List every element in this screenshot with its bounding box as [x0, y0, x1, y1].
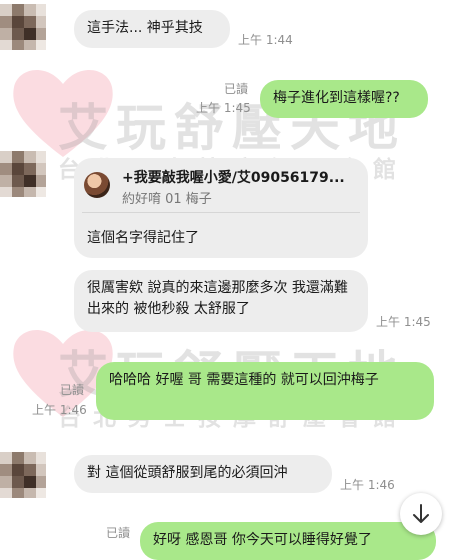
message-bubble-outgoing[interactable]: 好呀 感恩哥 你今天可以睡得好覺了 [140, 522, 436, 560]
avatar[interactable] [0, 4, 46, 50]
message-text: 這手法... 神乎其技 [87, 20, 203, 36]
card-subtitle: 約好唷 01 梅子 [122, 192, 212, 207]
scroll-to-bottom-button[interactable] [400, 493, 442, 535]
message-bubble-incoming[interactable]: 很厲害欸 說真的來這邊那麼多次 我還滿難出來的 被他秒殺 太舒服了 [74, 270, 368, 332]
avatar[interactable] [0, 151, 46, 197]
message-bubble-incoming[interactable]: 對 這個從頭舒服到尾的必須回沖 [74, 455, 332, 493]
message-text: 這個名字得記住了 [87, 230, 199, 246]
read-receipt: 已讀 [106, 526, 131, 540]
read-receipt: 已讀 [224, 82, 249, 96]
message-bubble-outgoing[interactable]: 哈哈哈 好喔 哥 需要這種的 就可以回沖梅子 [96, 362, 434, 420]
message-time: 上午 1:46 [32, 403, 87, 417]
message-time: 上午 1:46 [340, 478, 395, 492]
message-bubble-outgoing[interactable]: 梅子進化到這樣喔?? [260, 80, 428, 118]
message-time: 上午 1:44 [238, 33, 293, 47]
card-title: +我要敲我喔小愛/艾09056179... [122, 170, 345, 186]
arrow-down-icon [413, 504, 429, 523]
message-text: 對 這個從頭舒服到尾的必須回沖 [87, 465, 288, 481]
message-time: 上午 1:45 [376, 315, 431, 329]
contact-avatar [84, 172, 110, 198]
read-receipt: 已讀 [60, 383, 85, 397]
message-bubble-incoming[interactable]: 這手法... 神乎其技 [74, 10, 230, 48]
message-text: 哈哈哈 好喔 哥 需要這種的 就可以回沖梅子 [109, 372, 379, 388]
message-text: 梅子進化到這樣喔?? [273, 90, 400, 106]
avatar[interactable] [0, 452, 46, 498]
shared-contact-card[interactable]: +我要敲我喔小愛/艾09056179... 約好唷 01 梅子 [82, 164, 360, 213]
message-time: 上午 1:45 [196, 101, 251, 115]
message-bubble-incoming[interactable]: +我要敲我喔小愛/艾09056179... 約好唷 01 梅子 這個名字得記住了 [74, 158, 368, 258]
message-text: 很厲害欸 說真的來這邊那麼多次 我還滿難出來的 被他秒殺 太舒服了 [87, 280, 348, 317]
